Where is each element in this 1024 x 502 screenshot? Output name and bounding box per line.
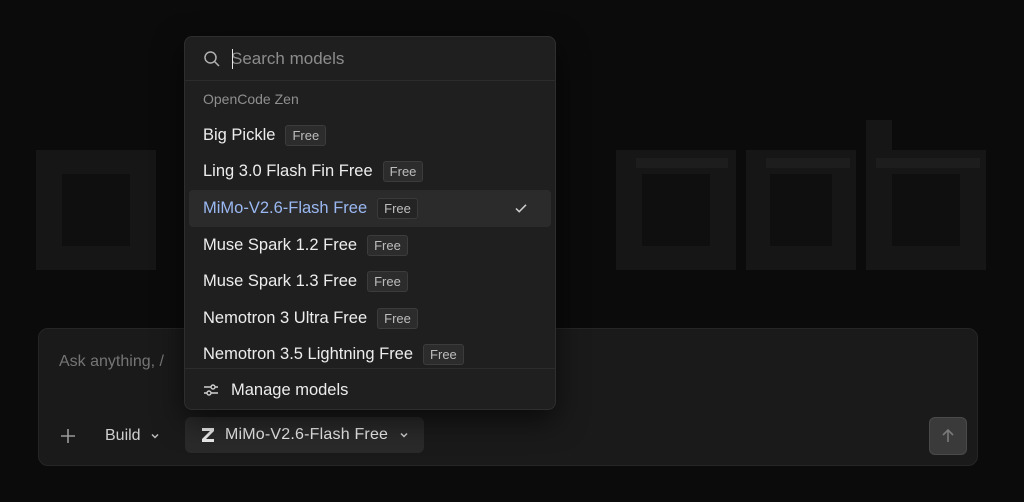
manage-models-label: Manage models — [231, 380, 349, 399]
provider-group-label: OpenCode Zen — [203, 91, 299, 107]
manage-models-button[interactable]: Manage models — [185, 368, 555, 409]
model-option-muse-spark-1-2[interactable]: Muse Spark 1.2 Free Free — [189, 227, 551, 264]
model-option-name: Muse Spark 1.2 Free — [203, 235, 358, 254]
model-option-name: Muse Spark 1.3 Free — [203, 272, 358, 291]
prompt-input[interactable] — [59, 353, 189, 371]
model-option-name: Big Pickle — [203, 125, 276, 144]
model-dropdown: OpenCode Zen Big Pickle Free Ling 3.0 Fl… — [184, 36, 556, 410]
model-option-muse-spark-1-3[interactable]: Muse Spark 1.3 Free Free — [189, 263, 551, 300]
model-option-big-pickle[interactable]: Big Pickle Free — [189, 117, 551, 154]
model-option-name: Nemotron 3 Ultra Free — [203, 308, 368, 327]
text-caret — [232, 49, 233, 69]
arrow-up-icon — [942, 428, 954, 442]
agent-label: Build — [105, 427, 141, 444]
free-badge: Free — [367, 234, 408, 256]
free-badge: Free — [423, 344, 464, 366]
model-option-name: Ling 3.0 Flash Fin Free — [203, 162, 373, 181]
model-option-name: Nemotron 3.5 Lightning Free — [203, 345, 414, 364]
free-badge: Free — [367, 271, 408, 293]
model-search-row — [185, 37, 555, 81]
composer-toolbar: Build MiMo-V2.6-Flash Free — [39, 417, 977, 455]
agent-select-button[interactable]: Build — [97, 421, 169, 451]
model-option-nemotron-3-5-lightning[interactable]: Nemotron 3.5 Lightning Free Free — [189, 337, 551, 367]
model-list: Big Pickle Free Ling 3.0 Flash Fin Free … — [189, 117, 551, 367]
plus-icon — [61, 429, 75, 443]
app-root: Build MiMo-V2.6-Flash Free — [0, 0, 1024, 502]
model-select-label: MiMo-V2.6-Flash Free — [225, 426, 389, 443]
free-badge: Free — [285, 124, 327, 146]
model-select-button[interactable]: MiMo-V2.6-Flash Free — [185, 417, 425, 453]
add-attachment-button[interactable] — [55, 423, 81, 449]
free-badge: Free — [382, 161, 424, 183]
free-badge: Free — [377, 307, 418, 329]
model-search-input[interactable] — [231, 48, 555, 69]
model-option-name: MiMo-V2.6-Flash Free — [203, 198, 368, 217]
search-icon — [204, 50, 220, 67]
zen-logo-icon — [202, 428, 214, 442]
free-badge: Free — [377, 197, 418, 219]
check-icon — [515, 204, 527, 213]
chevron-down-icon — [151, 433, 159, 439]
model-option-nemotron-3-ultra[interactable]: Nemotron 3 Ultra Free Free — [189, 300, 551, 337]
send-button[interactable] — [929, 417, 967, 455]
model-option-mimo-v2-6-flash[interactable]: MiMo-V2.6-Flash Free Free — [189, 190, 551, 227]
model-option-ling-3-flash[interactable]: Ling 3.0 Flash Fin Free Free — [189, 154, 551, 191]
sliders-icon — [204, 384, 218, 396]
chevron-down-icon — [400, 432, 408, 438]
